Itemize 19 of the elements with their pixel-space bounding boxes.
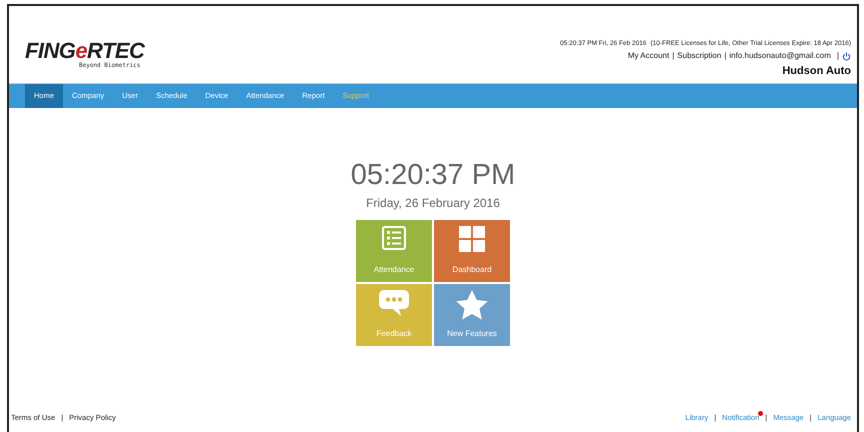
menu-tile[interactable]: Feedback bbox=[356, 284, 432, 346]
clock-time: 05:20:37 PM bbox=[350, 158, 516, 192]
menu-tile[interactable]: Attendance bbox=[356, 220, 432, 282]
clock-date: Friday, 26 February 2016 bbox=[366, 195, 500, 212]
logo-text: FINGeRTEC bbox=[25, 40, 144, 62]
power-icon[interactable] bbox=[842, 52, 851, 60]
header-link[interactable]: Subscription bbox=[677, 49, 722, 63]
separator: | bbox=[672, 50, 674, 62]
list-icon bbox=[382, 226, 406, 250]
chat-bubble-icon bbox=[379, 290, 409, 316]
separator: | bbox=[724, 50, 726, 62]
menu-tile[interactable]: New Features bbox=[434, 284, 510, 346]
separator: | bbox=[836, 50, 839, 62]
header-link[interactable]: My Account bbox=[628, 49, 670, 63]
company-name: Hudson Auto bbox=[782, 64, 851, 79]
menu-tile[interactable]: Dashboard bbox=[434, 220, 510, 282]
header-link[interactable]: info.hudsonauto@gmail.com bbox=[729, 49, 831, 63]
star-icon bbox=[456, 290, 488, 320]
grid-icon bbox=[459, 226, 485, 252]
